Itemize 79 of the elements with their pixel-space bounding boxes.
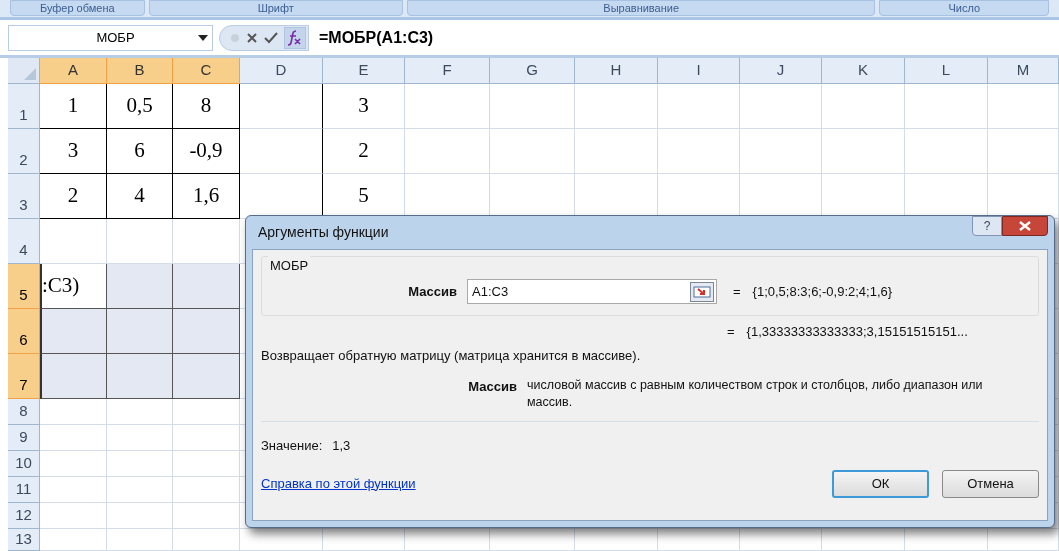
sheet-cell[interactable]: [107, 309, 173, 354]
sheet-cell[interactable]: 6: [107, 129, 173, 174]
sheet-cell[interactable]: 8: [173, 84, 240, 129]
sheet-cell[interactable]: [40, 354, 107, 399]
formula-field[interactable]: =МОБР(A1:C3): [309, 24, 1051, 51]
value-label: Значение:: [261, 437, 323, 455]
sheet-cell[interactable]: -0,9: [173, 129, 240, 174]
row-header[interactable]: 6: [8, 309, 40, 354]
column-header[interactable]: H: [575, 58, 658, 84]
help-button[interactable]: ?: [972, 216, 1002, 236]
column-header[interactable]: E: [323, 58, 405, 84]
row-header[interactable]: 4: [8, 219, 40, 264]
dropdown-caret-icon[interactable]: [198, 34, 208, 41]
ribbon-group-label: Буфер обмена: [10, 0, 145, 16]
sheet-cell[interactable]: [107, 354, 173, 399]
row-header[interactable]: 13: [8, 529, 40, 551]
row-header[interactable]: 10: [8, 451, 40, 477]
column-header[interactable]: I: [658, 58, 740, 84]
column-header[interactable]: C: [173, 58, 240, 84]
argument-help-label: Массив: [467, 378, 518, 396]
argument-result: {1;0,5;8:3;6;-0,9:2;4;1,6}: [752, 282, 893, 301]
value-text: 1,3: [332, 437, 351, 455]
name-box[interactable]: МОБР: [8, 24, 213, 51]
column-header[interactable]: M: [988, 58, 1059, 84]
sheet-cell[interactable]: 2: [323, 129, 405, 174]
help-link[interactable]: Справка по этой функции: [261, 473, 416, 494]
ribbon-group-label: Шрифт: [148, 0, 403, 16]
select-all-corner[interactable]: [8, 58, 40, 84]
argument-label: Массив: [407, 282, 458, 301]
column-header[interactable]: D: [240, 58, 323, 84]
column-header[interactable]: G: [490, 58, 575, 84]
sheet-cell[interactable]: 1,6: [173, 174, 240, 219]
sheet-cell[interactable]: 3: [40, 129, 107, 174]
sheet-cell[interactable]: 2: [40, 174, 107, 219]
column-header[interactable]: L: [905, 58, 988, 84]
triangle-icon: [24, 68, 36, 80]
row-header[interactable]: 12: [8, 503, 40, 529]
function-description: Возвращает обратную матрицу (матрица хранится в массиве).: [261, 346, 642, 365]
row-header[interactable]: 7: [8, 354, 40, 399]
close-icon: [1019, 221, 1031, 231]
sheet-cell[interactable]: [173, 309, 240, 354]
dialog-button[interactable]: ОК: [832, 469, 929, 498]
formula-result: {1,33333333333333;3,15151515151...: [746, 323, 968, 341]
column-header[interactable]: J: [740, 58, 822, 84]
sheet-cell[interactable]: [40, 309, 107, 354]
argument-field[interactable]: A1:C3: [467, 279, 717, 304]
sheet-cell[interactable]: [107, 264, 173, 309]
column-header[interactable]: B: [107, 58, 173, 84]
sheet-cell[interactable]: 1: [40, 84, 107, 129]
sheet-cell[interactable]: [240, 129, 323, 174]
close-button[interactable]: [1002, 216, 1048, 236]
argument-help-text: числовой массив с равным количеством строк и столбцов, либо диапазон или массив.: [527, 377, 984, 411]
row-header[interactable]: 8: [8, 399, 40, 425]
row-header[interactable]: 11: [8, 477, 40, 503]
insert-function-icon[interactable]: [284, 26, 306, 49]
row-header[interactable]: 2: [8, 129, 40, 174]
row-header[interactable]: 9: [8, 425, 40, 451]
dot-icon: [230, 32, 240, 43]
row-header[interactable]: 1: [8, 84, 40, 129]
cancel-icon[interactable]: [246, 31, 258, 44]
column-header[interactable]: F: [405, 58, 490, 84]
equals-sign: =: [733, 282, 741, 301]
row-header[interactable]: 5: [8, 264, 40, 309]
ribbon-group-label: Число: [879, 0, 1049, 16]
sheet-cell[interactable]: [173, 354, 240, 399]
row-header[interactable]: 3: [8, 174, 40, 219]
ribbon-group-label: Выравнивание: [406, 0, 876, 16]
sheet-cell[interactable]: 4: [107, 174, 173, 219]
dialog-button[interactable]: Отмена: [942, 469, 1039, 498]
column-header[interactable]: A: [40, 58, 107, 84]
collapse-dialog-icon[interactable]: [690, 281, 714, 302]
sheet-cell[interactable]: [240, 84, 323, 129]
sheet-cell[interactable]: 0,5: [107, 84, 173, 129]
sheet-cell[interactable]: [173, 264, 240, 309]
equals-sign: =: [727, 323, 735, 341]
column-header[interactable]: K: [822, 58, 905, 84]
checkmark-icon[interactable]: [264, 31, 278, 44]
sheet-cell[interactable]: 3: [323, 84, 405, 129]
dialog-title: Аргументы функции: [258, 223, 389, 242]
